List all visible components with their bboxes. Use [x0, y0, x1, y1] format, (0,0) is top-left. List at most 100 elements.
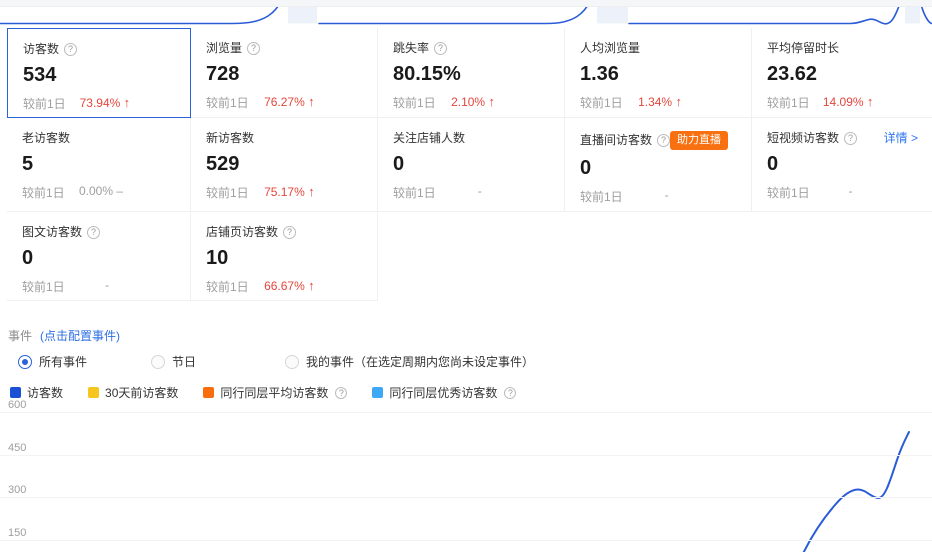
stat-card-value: 10	[206, 245, 363, 271]
up-arrow-icon: ↑	[867, 94, 874, 109]
highlight-band	[905, 7, 920, 24]
top-crop-bar	[0, 0, 932, 7]
stat-card-title: 店铺页访客数	[206, 225, 278, 240]
events-section: 事件 (点击配置事件) 所有事件节日我的事件（在选定周期内您尚未设定事件）	[8, 328, 932, 371]
highlight-band	[288, 7, 317, 24]
radio-unselected-icon[interactable]	[151, 355, 165, 369]
legend-label: 同行同层优秀访客数	[389, 384, 497, 401]
stat-card-title-row: 店铺页访客数?	[206, 225, 363, 240]
legend-swatch-icon	[10, 387, 21, 398]
stat-card-title-row: 直播间访客数?助力直播	[580, 131, 737, 150]
compare-label: 较前1日	[580, 96, 623, 110]
stat-card-title-row: 短视频访客数?详情 >	[767, 131, 918, 146]
help-info-icon[interactable]: ?	[247, 42, 260, 55]
radio-selected-icon[interactable]	[18, 355, 32, 369]
stat-card-new-visitors[interactable]: 新访客数529较前1日75.17% ↑	[191, 118, 378, 212]
stat-card-title-row: 浏览量?	[206, 41, 363, 56]
legend-item-2[interactable]: 同行同层平均访客数?	[203, 384, 347, 401]
stat-card-value: 0	[22, 245, 176, 271]
stats-empty-area	[378, 212, 932, 301]
delta-value: 2.10% ↑	[451, 94, 495, 109]
stat-card-image-text-visitors[interactable]: 图文访客数? 0 较前1日-	[7, 212, 191, 301]
event-filter-radios: 所有事件 节日 我的事件（在选定周期内您尚未设定事件）	[8, 353, 932, 371]
stat-card-value: 1.36	[580, 61, 737, 87]
stat-card-compare-row: 较前1日-	[393, 184, 550, 200]
stat-card-title-row: 图文访客数?	[22, 225, 176, 240]
compare-label: 较前1日	[393, 186, 436, 200]
top-cropped-chart	[0, 0, 932, 28]
event-radio-mine[interactable]: 我的事件（在选定周期内您尚未设定事件）	[285, 353, 534, 370]
delta-value: 73.94% ↑	[80, 95, 131, 110]
help-info-icon[interactable]: ?	[504, 387, 516, 399]
stat-card-title-row: 平均停留时长	[767, 41, 918, 56]
stat-card-compare-row: 较前1日2.10% ↑	[393, 94, 550, 110]
gridline	[0, 412, 932, 413]
delta-value: 14.09% ↑	[823, 94, 874, 109]
stat-card-shop-followers[interactable]: 关注店铺人数0较前1日-	[378, 118, 565, 212]
delta-value: 66.67% ↑	[264, 278, 315, 293]
legend-swatch-icon	[203, 387, 214, 398]
y-axis-tick-label: 450	[8, 442, 26, 454]
up-arrow-icon: ↑	[308, 184, 315, 199]
legend-item-1[interactable]: 30天前访客数	[88, 384, 178, 401]
stat-card-value: 0	[580, 155, 737, 181]
gridline	[0, 455, 932, 456]
legend-label: 访客数	[27, 384, 63, 401]
stat-card-title: 老访客数	[22, 131, 70, 146]
stat-card-compare-row: 较前1日-	[22, 278, 176, 294]
help-info-icon[interactable]: ?	[657, 134, 670, 147]
stat-card-shop-page-visitors[interactable]: 店铺页访客数? 10 较前1日66.67% ↑	[191, 212, 378, 301]
highlight-band	[597, 7, 628, 24]
stat-card-pageviews[interactable]: 浏览量?728较前1日76.27% ↑	[191, 28, 378, 118]
legend-item-3[interactable]: 同行同层优秀访客数?	[372, 384, 516, 401]
configure-events-link[interactable]: (点击配置事件)	[40, 328, 120, 344]
stat-card-returning-visitors[interactable]: 老访客数5较前1日0.00% –	[7, 118, 191, 212]
stat-card-compare-row: 较前1日14.09% ↑	[767, 94, 918, 110]
up-arrow-icon: ↑	[308, 278, 315, 293]
stat-card-visitors[interactable]: 访客数? 534 较前1日 73.94% ↑	[7, 28, 191, 118]
visitors-line-series	[799, 432, 909, 552]
help-info-icon[interactable]: ?	[844, 132, 857, 145]
compare-label: 较前1日	[580, 190, 623, 204]
stat-card-compare-row: 较前1日75.17% ↑	[206, 184, 363, 200]
stat-card-short-video-visitors[interactable]: 短视频访客数?详情 >0较前1日-	[752, 118, 932, 212]
boost-livestream-badge[interactable]: 助力直播	[670, 131, 728, 150]
event-radio-label: 我的事件（在选定周期内您尚未设定事件）	[306, 353, 534, 370]
chart-legend: 访客数30天前访客数同行同层平均访客数?同行同层优秀访客数?	[10, 385, 932, 400]
gridline	[0, 540, 932, 541]
compare-label: 较前1日	[767, 186, 810, 200]
stat-card-title: 访客数	[23, 42, 59, 57]
stat-card-compare-row: 较前1日66.67% ↑	[206, 278, 363, 294]
stat-card-value: 728	[206, 61, 363, 87]
stat-card-title: 浏览量	[206, 41, 242, 56]
y-axis-tick-label: 600	[8, 399, 26, 411]
radio-unselected-icon[interactable]	[285, 355, 299, 369]
stat-card-avg-stay-duration[interactable]: 平均停留时长23.62较前1日14.09% ↑	[752, 28, 932, 118]
y-axis-tick-label: 300	[8, 484, 26, 496]
event-radio-label: 节日	[172, 353, 196, 370]
help-info-icon[interactable]: ?	[434, 42, 447, 55]
stat-card-livestream-visitors[interactable]: 直播间访客数?助力直播0较前1日-	[565, 118, 752, 212]
stat-card-title: 跳失率	[393, 41, 429, 56]
stat-card-avg-pageviews[interactable]: 人均浏览量1.36较前1日1.34% ↑	[565, 28, 752, 118]
stat-card-title-row: 关注店铺人数	[393, 131, 550, 146]
event-radio-all[interactable]: 所有事件	[18, 353, 87, 370]
up-arrow-icon: ↑	[488, 94, 495, 109]
delta-value: 1.34% ↑	[638, 94, 682, 109]
compare-label: 较前1日	[206, 186, 249, 200]
stat-card-title: 图文访客数	[22, 225, 82, 240]
compare-label: 较前1日	[23, 97, 66, 111]
help-info-icon[interactable]: ?	[283, 226, 296, 239]
stats-card-grid: 访客数?534较前1日73.94% ↑浏览量?728较前1日76.27% ↑跳失…	[7, 28, 932, 301]
stat-card-bounce-rate[interactable]: 跳失率? 80.15% 较前1日2.10% ↑	[378, 28, 565, 118]
details-link[interactable]: 详情 >	[884, 131, 918, 146]
help-info-icon[interactable]: ?	[64, 43, 77, 56]
stat-card-value: 5	[22, 151, 176, 177]
help-info-icon[interactable]: ?	[87, 226, 100, 239]
help-info-icon[interactable]: ?	[335, 387, 347, 399]
event-radio-holiday[interactable]: 节日	[151, 353, 196, 370]
stat-card-value: 80.15%	[393, 61, 550, 87]
legend-swatch-icon	[372, 387, 383, 398]
stat-card-value: 534	[23, 62, 176, 88]
legend-label: 同行同层平均访客数	[220, 384, 328, 401]
